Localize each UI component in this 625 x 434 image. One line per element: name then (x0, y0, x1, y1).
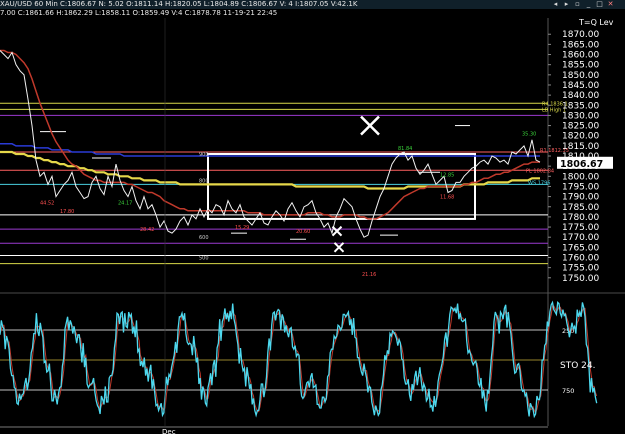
minimize-icon[interactable]: _ (583, 0, 594, 9)
sto-tick-label: 750 (562, 387, 574, 395)
series-price (0, 50, 541, 238)
scroll-left-icon[interactable]: ◂ (550, 0, 561, 9)
annotation-label: 600 (199, 235, 209, 241)
price-tick-label: 1780.00 (562, 213, 599, 223)
sto-series-k (0, 300, 598, 419)
annotation-label: 900 (199, 152, 209, 158)
price-axis: 1750.001755.001760.001765.001770.001775.… (548, 30, 599, 284)
price-tick-label: 1810.00 (562, 152, 599, 162)
corner-value: 1878.78 (4, 21, 29, 28)
price-tick-label: 1820.00 (562, 132, 599, 142)
annotation-label: 15.29 (235, 225, 249, 231)
annotation-label: 28.42 (140, 227, 154, 233)
price-tick-label: 1785.00 (562, 203, 599, 213)
annotation-label: PL 1802.84 (526, 168, 554, 174)
ohlc-line: 7.00 C:1861.66 H:1862.29 L:1858.11 O:185… (0, 9, 278, 17)
price-panel (0, 18, 548, 292)
scroll-right-icon[interactable]: ▸ (561, 0, 572, 9)
annotation-label: 24.17 (118, 201, 132, 207)
markers (331, 115, 380, 253)
annotation-label: 81.84 (398, 146, 412, 152)
price-tick-label: 1850.00 (562, 71, 599, 81)
annotation-label: 35.30 (522, 132, 536, 138)
price-tick-label: 1750.00 (562, 274, 599, 284)
annotation-label: R1 1812.35 (540, 148, 569, 154)
last-price-label: 1806.67 (560, 159, 603, 170)
price-tick-label: 1755.00 (562, 264, 599, 274)
price-tick-label: 1800.00 (562, 172, 599, 182)
x-marker (333, 242, 345, 253)
window-title: XAU/USD 60 Min C:1806.67 N: 5.02 O:1811.… (0, 0, 358, 8)
price-tick-label: 1775.00 (562, 223, 599, 233)
x-marker (331, 225, 343, 237)
price-tick-label: 1835.00 (562, 101, 599, 111)
series-ma-yellow (0, 150, 540, 190)
sto-label: STO 24. (560, 361, 595, 371)
sto-series-d (0, 305, 598, 415)
close-icon[interactable]: ✕ (605, 0, 616, 9)
price-tick-label: 1815.00 (562, 142, 599, 152)
horizontal-levels (0, 102, 548, 265)
consolidation-box (207, 152, 476, 220)
price-tick-label: 1865.00 (562, 40, 599, 50)
price-tick-label: 1790.00 (562, 193, 599, 203)
restore-icon[interactable]: ▫ (572, 0, 583, 9)
last-price-box (557, 156, 613, 169)
chart-canvas: 1878.78 81.84 35.30 12.85 44.52 17.80 24.17 28… (0, 18, 625, 434)
short-lines (40, 125, 470, 240)
annotation-label: R4 1836.1 (542, 101, 568, 107)
price-tick-label: 1870.00 (562, 30, 599, 40)
maximize-icon[interactable]: □ (594, 0, 605, 9)
annotation-label: 11.68 (440, 195, 454, 201)
annotation-label: 17.80 (60, 209, 74, 215)
annotation-label: 800 (199, 178, 209, 184)
price-tick-label: 1860.00 (562, 51, 599, 61)
stochastic-panel (0, 294, 548, 426)
ohlc-info-bar: 7.00 C:1861.66 H:1862.29 L:1858.11 O:185… (0, 9, 625, 18)
time-tick-label: Dec (162, 428, 176, 434)
annotation-label: 12.85 (440, 172, 454, 178)
price-tick-label: 1795.00 (562, 182, 599, 192)
price-tick-label: 1845.00 (562, 81, 599, 91)
sto-tick-label: 250 (562, 327, 574, 335)
annotation-label: 21.16 (362, 272, 376, 278)
price-tick-label: 1830.00 (562, 111, 599, 121)
x-marker (360, 115, 380, 136)
price-tick-label: 1770.00 (562, 233, 599, 243)
price-tick-label: 1805.00 (562, 162, 599, 172)
annotation-label: WS 1796 (528, 180, 550, 186)
price-tick-label: 1825.00 (562, 122, 599, 132)
annotation-label: 44.52 (40, 201, 54, 207)
annotation-label: 500 (199, 256, 209, 262)
annotation-label: 20.60 (296, 229, 310, 235)
annotation-label: LB High 1 (542, 107, 566, 113)
series-ma-red (0, 49, 540, 220)
annotations: 81.84 35.30 12.85 44.52 17.80 24.17 28.42 15.29… (40, 101, 569, 277)
price-tick-label: 1840.00 (562, 91, 599, 101)
series-ma-blue (0, 143, 540, 157)
price-tick-label: 1765.00 (562, 243, 599, 253)
corner-label: T=Q Lev (578, 18, 614, 27)
price-tick-label: 1760.00 (562, 253, 599, 263)
window-title-bar: XAU/USD 60 Min C:1806.67 N: 5.02 O:1811.… (0, 0, 625, 9)
price-tick-label: 1855.00 (562, 61, 599, 71)
